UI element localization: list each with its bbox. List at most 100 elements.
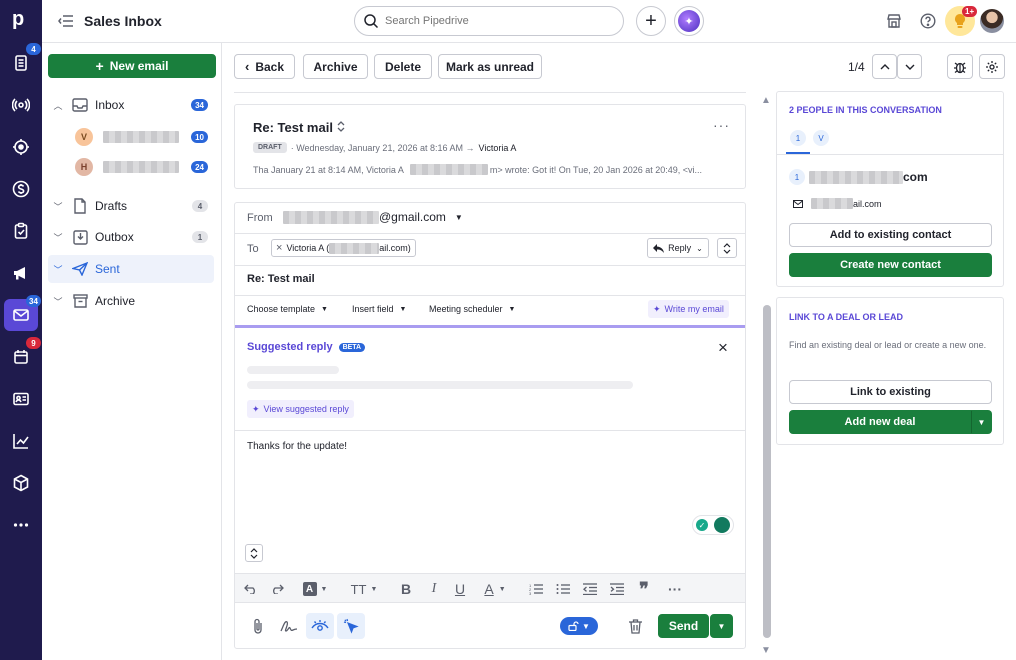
choose-template-dropdown[interactable]: Choose template ▼ [247,304,328,314]
chevron-up-icon[interactable]: ︿ [48,99,68,112]
redacted-email [811,198,853,209]
visibility-toggle[interactable]: ▼ [560,617,598,635]
campaigns-icon[interactable] [4,257,38,289]
numbered-list-icon[interactable]: 123 [527,580,545,598]
settings-button[interactable] [979,54,1005,79]
write-my-email-button[interactable]: ✦ Write my email [648,300,729,318]
more-options-icon[interactable]: ··· [713,117,730,133]
trash-icon[interactable] [626,617,644,635]
chevron-down-icon[interactable]: ﹀ [48,295,68,308]
reply-mode-select[interactable]: Reply ⌄ [647,238,709,258]
indent-icon[interactable] [608,580,626,598]
font-size-icon[interactable]: TT ▼ [348,580,380,598]
new-email-button[interactable]: + New email [48,54,216,78]
person-tab-2[interactable]: V [813,130,829,146]
outdent-icon[interactable] [581,580,599,598]
expand-recipients-button[interactable] [717,238,737,258]
send-button[interactable]: Send [658,614,709,638]
search-bar[interactable] [354,6,624,36]
quote-icon[interactable]: ❞ [635,579,653,599]
subject-field[interactable]: Re: Test mail [247,273,315,285]
user-avatar[interactable] [980,9,1004,33]
underline-icon[interactable]: U [452,580,468,598]
next-email-button[interactable] [897,54,922,79]
more-formatting-icon[interactable]: ··· [666,580,684,598]
bold-icon[interactable]: B [398,580,414,598]
products-icon[interactable] [4,467,38,499]
deals-icon[interactable]: 4 [4,43,41,79]
attach-icon[interactable] [249,617,267,635]
expand-quoted-button[interactable] [245,544,263,562]
search-icon [363,13,379,29]
create-new-contact-button[interactable]: Create new contact [789,253,992,277]
sidebar-item-inbox[interactable]: ︿ Inbox 34 [48,91,214,119]
target-icon[interactable] [4,131,38,163]
recipient-chip[interactable]: × Victoria A ( ail.com) [271,239,416,257]
archive-button[interactable]: Archive [303,54,368,79]
italic-icon[interactable]: I [426,580,442,598]
sidebar-item-archive[interactable]: ﹀ Archive [48,287,214,315]
pipedrive-logo[interactable]: p [12,8,24,31]
back-button[interactable]: ‹ Back [234,54,295,79]
view-suggested-reply-button[interactable]: ✦ View suggested reply [247,400,354,418]
sidebar-item-sent[interactable]: ﹀ Sent [48,255,214,283]
add-new-deal-button[interactable]: Add new deal [789,410,971,434]
delete-button[interactable]: Delete [374,54,432,79]
email-body[interactable]: Thanks for the update! [247,441,347,452]
link-existing-button[interactable]: Link to existing [789,380,992,404]
sidebar-item-drafts[interactable]: ﹀ Drafts 4 [48,192,214,220]
dollar-icon[interactable] [4,173,38,205]
text-highlight-icon[interactable]: A ▼ [300,580,330,598]
chevron-down-icon[interactable]: ﹀ [48,231,68,244]
signature-icon[interactable] [279,617,299,635]
collapse-menu-icon[interactable] [56,12,76,30]
sidebar-item-outbox[interactable]: ﹀ Outbox 1 [48,223,214,251]
tips-button[interactable]: 1+ [945,6,978,36]
more-icon[interactable] [4,509,38,541]
scroll-up-arrow[interactable]: ▲ [761,95,772,106]
meeting-scheduler-dropdown[interactable]: Meeting scheduler ▼ [429,304,515,314]
previous-email-button[interactable] [872,54,897,79]
tracking-click-icon[interactable] [337,613,365,639]
quick-add-button[interactable]: + [636,6,666,36]
chevron-down-icon[interactable]: ﹀ [48,200,68,213]
leads-icon[interactable] [4,89,38,121]
add-existing-contact-button[interactable]: Add to existing contact [789,223,992,247]
insights-icon[interactable] [4,425,38,457]
person-header[interactable]: 1 com [789,169,928,185]
calendar-icon[interactable]: 9 [4,337,41,373]
mail-icon [793,199,803,208]
scroll-down-arrow[interactable]: ▼ [761,645,772,656]
undo-icon[interactable] [242,580,260,598]
mail-icon[interactable]: 34 [4,295,41,331]
expand-collapse-icon[interactable] [336,120,346,133]
sidebar-item-account-1[interactable]: V 10 [48,123,214,151]
grammar-assistant[interactable]: ✓ [692,515,734,535]
email-thread-card[interactable]: Re: Test mail ··· DRAFT · Wednesday, Jan… [234,104,746,189]
from-select[interactable]: @gmail.com ▼ [283,210,463,224]
close-icon[interactable]: × [718,338,728,358]
search-input[interactable] [385,15,585,27]
remove-recipient-icon[interactable]: × [276,242,282,254]
contacts-icon[interactable] [4,383,38,415]
redo-icon[interactable] [268,580,286,598]
ai-assistant-button[interactable]: ✦ [674,6,704,36]
person-email[interactable]: ail.com [793,198,882,209]
mark-unread-button[interactable]: Mark as unread [438,54,542,79]
bug-report-button[interactable] [947,54,973,79]
sidebar-item-account-2[interactable]: H 24 [48,153,214,181]
thread-recipient: Victoria A [478,142,517,153]
person-tab-1[interactable]: 1 [790,130,806,146]
tasks-icon[interactable] [4,215,38,247]
insert-field-dropdown[interactable]: Insert field ▼ [352,304,406,314]
font-color-icon[interactable]: A ▼ [479,580,511,598]
marketplace-icon[interactable] [884,11,904,31]
help-icon[interactable] [918,11,938,31]
tracking-open-icon[interactable] [306,613,334,639]
chevron-down-icon[interactable]: ﹀ [48,263,68,276]
tips-badge: 1+ [962,6,978,17]
scrollbar-thumb[interactable] [763,305,771,638]
send-options-button[interactable]: ▼ [710,614,733,638]
bullet-list-icon[interactable] [554,580,572,598]
add-deal-options-button[interactable]: ▼ [971,410,992,434]
